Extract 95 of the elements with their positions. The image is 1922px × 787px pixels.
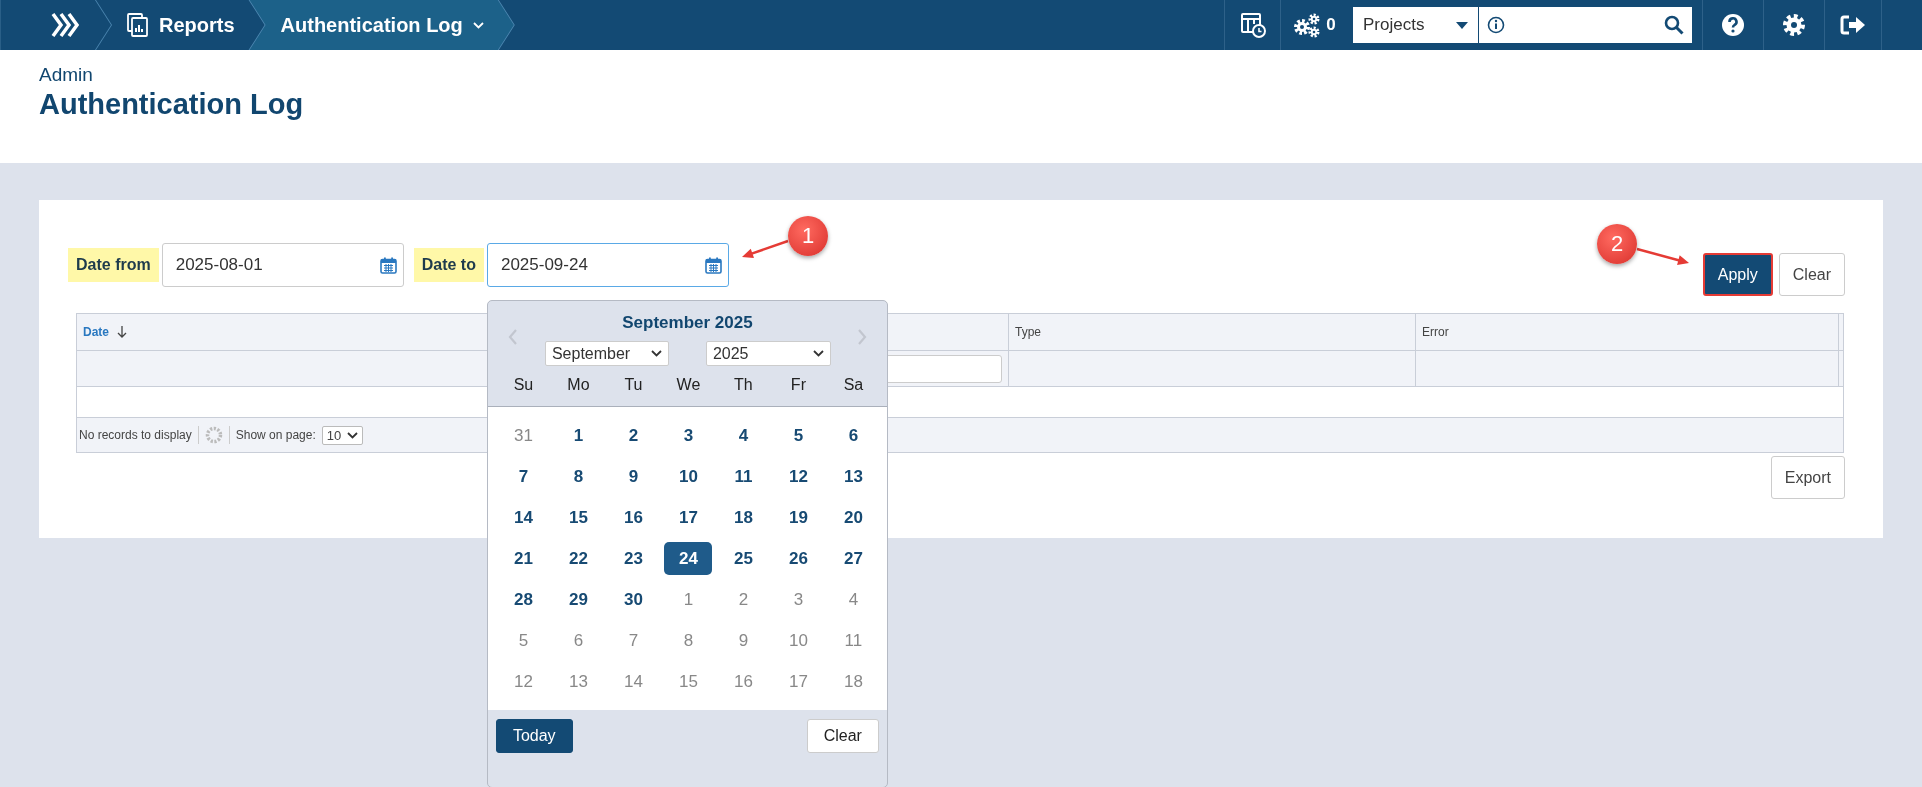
calendar-day[interactable]: 9 <box>609 460 658 493</box>
pager-status: No records to display <box>79 428 192 442</box>
breadcrumb-link[interactable]: Authentication Log <box>248 0 514 50</box>
calendar-day[interactable]: 20 <box>829 501 878 534</box>
export-button[interactable]: Export <box>1770 456 1845 499</box>
report-icon <box>127 13 149 37</box>
field-label: Date from <box>68 248 159 282</box>
calendar-day[interactable]: 13 <box>554 665 603 698</box>
column-header[interactable]: Date <box>83 325 109 339</box>
sort-down-icon[interactable] <box>117 326 127 338</box>
info-icon <box>1487 16 1505 34</box>
calendar-day[interactable]: 5 <box>499 624 548 657</box>
weekday-label: Mo <box>566 376 591 394</box>
logout-icon <box>1840 14 1866 36</box>
calendar-icon[interactable] <box>379 256 397 274</box>
calendar-day[interactable]: 30 <box>609 583 658 616</box>
caret-down-icon <box>812 350 824 357</box>
calendar-day[interactable]: 15 <box>664 665 713 698</box>
calendar-day[interactable]: 16 <box>719 665 768 698</box>
caret-down-icon <box>1456 21 1468 29</box>
today-button[interactable]: Today <box>495 719 573 753</box>
weekday-label: Sa <box>842 376 865 394</box>
calendar-day[interactable]: 8 <box>554 460 603 493</box>
section-label: Admin <box>39 64 94 86</box>
calendar-clock-icon <box>1239 12 1266 38</box>
calendar-day[interactable]: 29 <box>554 583 603 616</box>
calendar-day[interactable]: 2 <box>609 419 658 452</box>
help-icon <box>1721 13 1745 37</box>
calendar-day[interactable]: 22 <box>554 542 603 575</box>
calendar-day[interactable]: 26 <box>774 542 823 575</box>
calendar-day[interactable]: 27 <box>829 542 878 575</box>
calendar-day[interactable]: 8 <box>664 624 713 657</box>
apply-button[interactable]: Apply <box>1702 253 1773 296</box>
calendar-day[interactable]: 25 <box>719 542 768 575</box>
clear-button[interactable]: Clear <box>806 719 879 753</box>
calendar-day[interactable]: 10 <box>664 460 713 493</box>
calendar-day[interactable]: 28 <box>499 583 548 616</box>
calendar-title: September 2025 <box>622 313 753 333</box>
calendar-day[interactable]: 13 <box>829 460 878 493</box>
caret-down-icon <box>650 350 662 357</box>
loading-icon <box>204 426 223 444</box>
calendar-day[interactable]: 15 <box>554 501 603 534</box>
calendar-day[interactable]: 17 <box>664 501 713 534</box>
calendar-day[interactable]: 23 <box>609 542 658 575</box>
calendar-day[interactable]: 12 <box>774 460 823 493</box>
chevrons-icon <box>51 12 81 38</box>
calendar-day[interactable]: 21 <box>499 542 548 575</box>
calendar-day[interactable]: 3 <box>774 583 823 616</box>
column-header[interactable]: Error <box>1422 325 1449 339</box>
weekday-label: Th <box>733 376 754 394</box>
field-label: Date to <box>413 248 484 282</box>
calendar-day[interactable]: 31 <box>499 419 548 452</box>
calendar-day[interactable]: 4 <box>829 583 878 616</box>
calendar-day[interactable]: 18 <box>719 501 768 534</box>
calendar-day[interactable]: 7 <box>609 624 658 657</box>
calendar-day[interactable]: 7 <box>499 460 548 493</box>
weekday-label: Su <box>512 376 535 394</box>
calendar-day[interactable]: 14 <box>499 501 548 534</box>
weekday-label: We <box>675 376 702 394</box>
search-field[interactable] <box>1478 7 1692 43</box>
calendar-day[interactable]: 2 <box>719 583 768 616</box>
year-select[interactable]: 2025 <box>705 341 831 366</box>
calendar-day[interactable]: 9 <box>719 624 768 657</box>
month-select[interactable]: September <box>544 341 669 366</box>
calendar-day[interactable]: 16 <box>609 501 658 534</box>
settings-icon <box>1782 13 1806 37</box>
search-icon[interactable] <box>1664 15 1684 35</box>
calendar-day[interactable]: 14 <box>609 665 658 698</box>
date-field[interactable]: 2025-09-24 <box>486 243 729 287</box>
page-size-select[interactable]: 10 <box>321 425 364 445</box>
calendar-day[interactable]: 6 <box>554 624 603 657</box>
calendar-day[interactable]: 6 <box>829 419 878 452</box>
calendar-day[interactable]: 10 <box>774 624 823 657</box>
calendar-day[interactable]: 3 <box>664 419 713 452</box>
weekday-label: Tu <box>623 376 644 394</box>
calendar-day[interactable]: 19 <box>774 501 823 534</box>
project-select[interactable]: Projects <box>1353 7 1478 43</box>
calendar-day[interactable]: 4 <box>719 419 768 452</box>
calendar-day[interactable]: 1 <box>554 419 603 452</box>
column-header[interactable]: Type <box>1015 325 1041 339</box>
date-field[interactable]: 2025-08-01 <box>161 243 404 287</box>
calendar-icon[interactable] <box>704 256 722 274</box>
calendar-day[interactable]: 18 <box>829 665 878 698</box>
page-size-label: Show on page: <box>235 428 316 442</box>
clear-button[interactable]: Clear <box>1778 253 1845 296</box>
page-title: Authentication Log <box>39 88 305 121</box>
calendar-day[interactable]: 11 <box>719 460 768 493</box>
calendar-day[interactable]: 5 <box>774 419 823 452</box>
weekday-label: Fr <box>789 376 807 394</box>
calendar-day[interactable]: 24 <box>664 542 713 575</box>
calendar-day[interactable]: 1 <box>664 583 713 616</box>
calendar-day[interactable]: 11 <box>829 624 878 657</box>
calendar-day[interactable]: 12 <box>499 665 548 698</box>
caret-down-icon <box>347 431 359 439</box>
calendar-day[interactable]: 17 <box>774 665 823 698</box>
